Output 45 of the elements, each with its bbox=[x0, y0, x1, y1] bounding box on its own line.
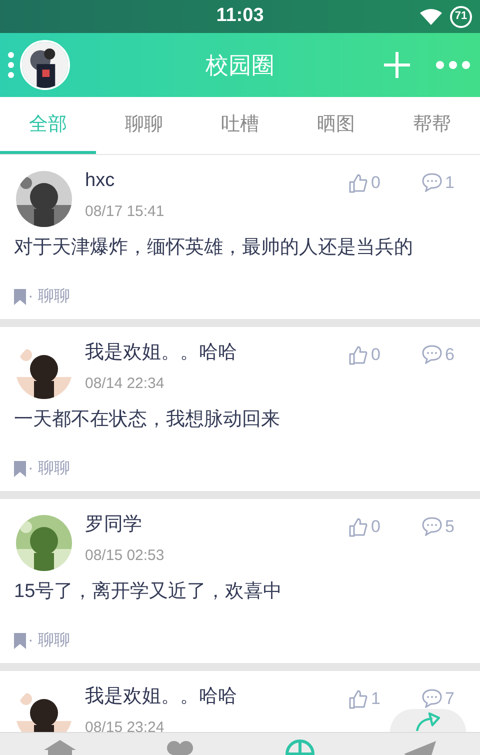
post-time: 08/17 15:41 bbox=[85, 202, 166, 222]
post-text: 对于天津爆炸，缅怀英雄，最帅的人还是当兵的 bbox=[14, 236, 414, 260]
battery-indicator: 71 bbox=[450, 6, 472, 28]
tab[interactable]: 吐槽 bbox=[192, 97, 288, 154]
post-time: 08/14 22:34 bbox=[85, 374, 166, 394]
comment-icon[interactable] bbox=[422, 345, 442, 364]
wifi-icon bbox=[420, 8, 442, 24]
comment-count: 6 bbox=[445, 345, 454, 365]
comment-count: 1 bbox=[445, 173, 454, 193]
post-time: 08/15 02:53 bbox=[85, 546, 166, 566]
author-name[interactable]: hxc bbox=[85, 169, 348, 193]
comment-icon[interactable] bbox=[422, 173, 442, 192]
post-text: 一天都不在状态，我想脉动回来 bbox=[14, 408, 281, 432]
like-count: 1 bbox=[371, 689, 380, 709]
tab[interactable]: 帮帮 bbox=[384, 97, 480, 154]
status-time: 11:03 bbox=[216, 4, 264, 28]
thumbs-up-icon[interactable] bbox=[348, 517, 368, 537]
comment-count: 5 bbox=[445, 517, 454, 537]
tab[interactable]: 聊聊 bbox=[96, 97, 192, 154]
menu-icon[interactable] bbox=[8, 52, 14, 78]
bookmark-icon bbox=[14, 289, 26, 305]
post-tag[interactable]: · 聊聊 bbox=[28, 629, 70, 653]
thumbs-up-icon[interactable] bbox=[348, 689, 368, 709]
bookmark-icon bbox=[14, 633, 26, 649]
post-tag[interactable]: · 聊聊 bbox=[28, 457, 70, 481]
add-icon[interactable] bbox=[384, 52, 410, 78]
author-name[interactable]: 罗同学 bbox=[85, 513, 348, 537]
comment-icon[interactable] bbox=[422, 517, 442, 536]
thumbs-up-icon[interactable] bbox=[348, 345, 368, 365]
bookmark-icon bbox=[14, 461, 26, 477]
post-time: 08/15 23:24 bbox=[85, 718, 166, 732]
more-icon[interactable] bbox=[436, 61, 470, 69]
like-count: 0 bbox=[371, 517, 380, 537]
page-title: 校园圈 bbox=[206, 50, 274, 80]
like-count: 0 bbox=[371, 173, 380, 193]
post-tag[interactable]: · 聊聊 bbox=[28, 285, 70, 309]
comment-count: 7 bbox=[445, 689, 454, 709]
like-count: 0 bbox=[371, 345, 380, 365]
tab[interactable]: 晒图 bbox=[288, 97, 384, 154]
share-icon bbox=[414, 712, 442, 731]
comment-icon[interactable] bbox=[422, 689, 442, 708]
post-text: 15号了，离开学又近了，欢喜中 bbox=[14, 580, 284, 604]
author-name[interactable]: 我是欢姐。。哈哈 bbox=[85, 685, 348, 709]
author-name[interactable]: 我是欢姐。。哈哈 bbox=[85, 341, 348, 365]
thumbs-up-icon[interactable] bbox=[348, 173, 368, 193]
